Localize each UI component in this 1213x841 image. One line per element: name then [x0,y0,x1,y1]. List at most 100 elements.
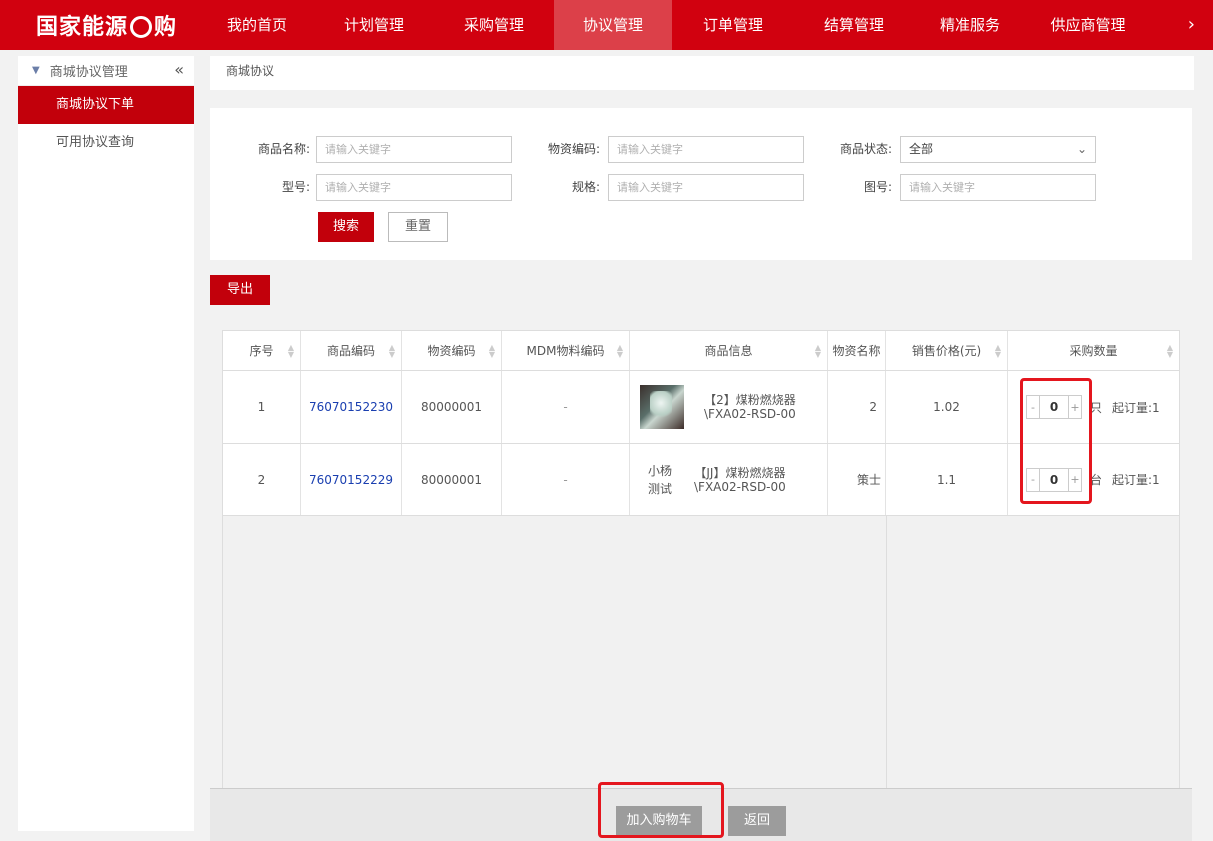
goods-info-line2: \FXA02-RSD-00 [694,479,786,494]
search-button[interactable]: 搜索 [318,212,374,242]
goods-side-line1: 小杨 [648,463,673,478]
logo-text-suffix: 购 [154,15,178,40]
goods-info-cell: 小杨 测试 【JJ】煤粉燃烧器 \FXA02-RSD-00 [630,444,828,515]
status-select-value: 全部 [909,142,934,156]
column-divider [886,516,887,789]
spec-input[interactable]: 请输入关键字 [608,174,804,201]
sort-icon: ▲ ▼ [814,342,821,359]
row-index: 1 [223,371,301,443]
goods-info-line1: 【JJ】煤粉燃烧器 [694,465,786,480]
column-header-label: 物资名称 [832,344,881,358]
sidebar-item-agreement-order[interactable]: 商城协议下单 [18,86,194,124]
back-button[interactable]: 返回 [728,806,786,836]
status-label: 商品状态: [839,142,892,156]
nav-item-plan[interactable]: 计划管理 [314,0,434,50]
triangle-down-icon: ▼ [32,65,40,76]
column-header[interactable]: MDM物料编码 ▲ ▼ [502,331,630,370]
goods-info-text: 【JJ】煤粉燃烧器 \FXA02-RSD-00 [694,466,786,494]
material-name-cell: 策士 [828,444,886,515]
column-header-label: 商品信息 [704,344,753,358]
e-logo-icon [130,16,153,38]
column-header[interactable]: 商品信息 ▲ ▼ [630,331,828,370]
nav-item-home[interactable]: 我的首页 [200,0,314,50]
breadcrumb-current: 商城协议 [226,64,275,78]
goods-name-input[interactable]: 请输入关键字 [316,136,512,163]
column-header-label: MDM物料编码 [526,344,605,358]
reset-button[interactable]: 重置 [388,212,448,242]
nav-item-service[interactable]: 精准服务 [914,0,1026,50]
goods-info-text: 【2】煤粉燃烧器 \FXA02-RSD-00 [704,393,796,421]
column-header[interactable]: 采购数量 ▲ ▼ [1008,331,1179,370]
sort-icon: ▲ ▼ [994,342,1001,359]
min-order: 起订量:1 [1112,400,1160,415]
status-select[interactable]: 全部 ⌄ [900,136,1096,163]
column-header[interactable]: 物资编码 ▲ ▼ [402,331,502,370]
sidebar: ▼ 商城协议管理 « 商城协议下单 可用协议查询 [18,56,194,831]
price-cell: 1.02 [886,371,1008,443]
chevron-down-icon: ⌄ [1076,142,1087,156]
double-chevron-left-icon[interactable]: « [174,60,184,79]
sidebar-item-available-agreements[interactable]: 可用协议查询 [18,124,194,162]
sort-icon: ▲ ▼ [1166,342,1173,359]
column-header[interactable]: 商品编码 ▲ ▼ [301,331,402,370]
sidebar-group-label: 商城协议管理 [49,65,128,80]
goods-thumbnail[interactable] [640,385,684,429]
sort-icon: ▲ ▼ [616,342,623,359]
min-order: 起订量:1 [1112,473,1160,487]
goods-code-link[interactable]: 76070152230 [309,400,393,414]
top-nav-bar: 国家能源购 我的首页 计划管理 采购管理 协议管理 订单管理 结算管理 精准服务… [0,0,1213,50]
nav-item-supplier[interactable]: 供应商管理 [1026,0,1150,50]
column-header-label: 序号 [249,344,274,358]
column-header-label: 物资编码 [427,344,476,358]
quantity-highlight-box [1020,378,1092,504]
row-index: 2 [223,444,301,515]
sidebar-group-header[interactable]: ▼ 商城协议管理 « [18,56,194,86]
sort-icon: ▲ ▼ [488,342,495,359]
material-code-label: 物资编码: [547,142,600,156]
drawing-label: 图号: [863,180,892,194]
column-header-label: 商品编码 [326,344,375,358]
nav-item-order[interactable]: 订单管理 [672,0,794,50]
column-header[interactable]: 销售价格(元) ▲ ▼ [886,331,1008,370]
goods-thumbnail-image [650,391,672,421]
add-to-cart-highlight-box [598,782,724,838]
chevron-right-icon[interactable]: › [1188,0,1195,50]
goods-info-cell: 【2】煤粉燃烧器 \FXA02-RSD-00 [630,371,828,443]
mdm-code-cell: - [502,444,630,515]
material-name-cell: 2 [828,371,886,443]
nav-item-settlement[interactable]: 结算管理 [794,0,914,50]
breadcrumb: 商城协议 [210,56,1194,90]
goods-info-line2: \FXA02-RSD-00 [704,407,796,421]
goods-code-cell: 76070152229 [301,444,402,515]
column-header-label: 销售价格(元) [911,344,982,358]
goods-code-link[interactable]: 76070152229 [309,473,393,487]
goods-info-line1: 【2】煤粉燃烧器 [704,393,796,407]
main-nav: 我的首页 计划管理 采购管理 协议管理 订单管理 结算管理 精准服务 供应商管理 [200,0,1150,50]
column-header-label: 采购数量 [1069,344,1118,358]
filter-row-2: 型号: 请输入关键字 规格: 请输入关键字 图号: 请输入关键字 [210,174,1192,201]
export-button[interactable]: 导出 [210,275,270,305]
material-code-cell: 80000001 [402,371,502,443]
goods-side-line2: 测试 [648,481,673,496]
sort-icon: ▲ ▼ [287,342,294,359]
goods-side-text: 小杨 测试 [648,462,672,498]
filter-row-1: 商品名称: 请输入关键字 物资编码: 请输入关键字 商品状态: 全部 ⌄ [210,136,1192,163]
material-code-input[interactable]: 请输入关键字 [608,136,804,163]
logo-text: 国家能源 [36,15,129,40]
drawing-input[interactable]: 请输入关键字 [900,174,1096,201]
column-header[interactable]: 物资名称 [828,331,886,370]
model-input[interactable]: 请输入关键字 [316,174,512,201]
price-cell: 1.1 [886,444,1008,515]
goods-code-cell: 76070152230 [301,371,402,443]
nav-item-agreement[interactable]: 协议管理 [554,0,672,50]
material-code-cell: 80000001 [402,444,502,515]
sort-icon: ▲ ▼ [388,342,395,359]
goods-name-label: 商品名称: [257,142,310,156]
spec-label: 规格: [571,180,600,194]
nav-item-purchase[interactable]: 采购管理 [434,0,554,50]
logo[interactable]: 国家能源购 [0,0,200,50]
model-label: 型号: [281,180,310,194]
filter-panel: 商品名称: 请输入关键字 物资编码: 请输入关键字 商品状态: 全部 ⌄ 型号:… [210,108,1192,260]
column-header[interactable]: 序号 ▲ ▼ [223,331,301,370]
mdm-code-cell: - [502,371,630,443]
